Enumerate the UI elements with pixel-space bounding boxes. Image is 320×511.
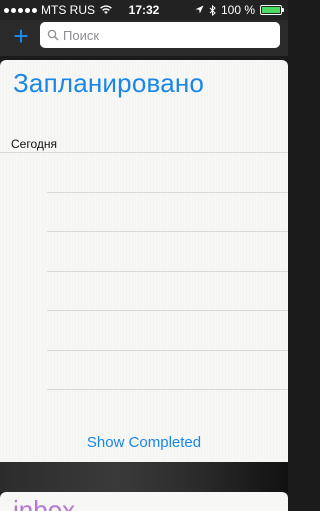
search-input[interactable] bbox=[63, 27, 263, 43]
bluetooth-icon bbox=[209, 4, 216, 16]
list-row-line[interactable] bbox=[47, 350, 288, 351]
status-bar: MTS RUS 17:32 100 % bbox=[0, 0, 288, 20]
list-title[interactable]: Запланировано bbox=[13, 68, 204, 99]
list-row-line[interactable] bbox=[47, 231, 288, 232]
search-icon bbox=[47, 29, 59, 41]
list-row-line[interactable] bbox=[47, 389, 288, 390]
battery-icon bbox=[260, 5, 284, 15]
battery-percent: 100 % bbox=[220, 3, 255, 17]
search-header: + bbox=[0, 20, 288, 56]
battery-fill bbox=[262, 7, 280, 13]
background-strip bbox=[0, 462, 288, 492]
next-list-title[interactable]: inbox bbox=[13, 495, 75, 511]
list-row-line[interactable] bbox=[47, 271, 288, 272]
section-header-today: Сегодня bbox=[11, 137, 57, 151]
list-row-line[interactable] bbox=[47, 310, 288, 311]
search-field[interactable] bbox=[40, 22, 280, 48]
add-button[interactable]: + bbox=[10, 22, 32, 50]
show-completed-button[interactable]: Show Completed bbox=[0, 434, 288, 451]
list-card: Запланировано Сегодня Show Completed bbox=[0, 60, 288, 462]
next-list-card[interactable]: inbox bbox=[0, 492, 288, 511]
list-divider bbox=[0, 152, 288, 153]
list-row-line[interactable] bbox=[47, 192, 288, 193]
status-right: 100 % bbox=[195, 3, 284, 17]
location-icon bbox=[195, 5, 204, 14]
